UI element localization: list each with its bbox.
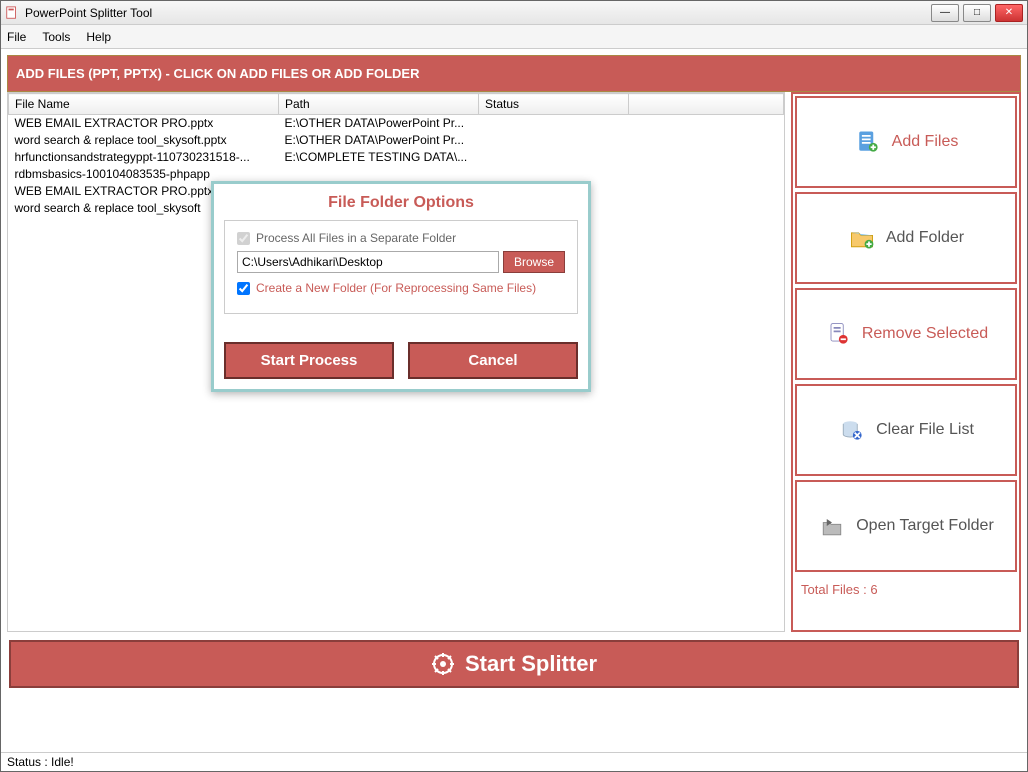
path-input[interactable]: [237, 251, 499, 273]
sidebar: Add Files Add Folder Remove Selected Cle…: [791, 92, 1021, 632]
dialog-title: File Folder Options: [224, 188, 578, 220]
open-target-label: Open Target Folder: [856, 517, 994, 535]
col-extra[interactable]: [629, 94, 784, 115]
process-all-option[interactable]: Process All Files in a Separate Folder: [237, 231, 565, 245]
window-title: PowerPoint Splitter Tool: [25, 6, 931, 20]
browse-button[interactable]: Browse: [503, 251, 565, 273]
add-folder-label: Add Folder: [886, 229, 964, 247]
cell-status: [479, 115, 629, 132]
path-row: Browse: [237, 251, 565, 273]
new-folder-label: Create a New Folder (For Reprocessing Sa…: [256, 281, 536, 295]
remove-icon: [824, 320, 852, 348]
start-splitter-button[interactable]: Start Splitter: [9, 640, 1019, 688]
titlebar: PowerPoint Splitter Tool — □ ✕: [1, 1, 1027, 25]
cell-file: rdbmsbasics-100104083535-phpapp: [9, 166, 279, 183]
clear-list-label: Clear File List: [876, 421, 974, 439]
menu-file[interactable]: File: [7, 30, 26, 44]
statusbar: Status : Idle!: [1, 752, 1027, 771]
cell-path: E:\COMPLETE TESTING DATA\...: [279, 149, 479, 166]
cell-extra: [629, 149, 784, 166]
add-files-icon: [854, 128, 882, 156]
clear-icon: [838, 416, 866, 444]
cell-extra: [629, 183, 784, 200]
app-window: PowerPoint Splitter Tool — □ ✕ File Tool…: [0, 0, 1028, 772]
cell-path: E:\OTHER DATA\PowerPoint Pr...: [279, 132, 479, 149]
new-folder-option[interactable]: Create a New Folder (For Reprocessing Sa…: [237, 281, 565, 295]
cell-path: [279, 166, 479, 183]
table-row[interactable]: word search & replace tool_skysoft.pptxE…: [9, 132, 784, 149]
dialog-buttons: Start Process Cancel: [214, 332, 588, 389]
cell-status: [479, 166, 629, 183]
start-process-button[interactable]: Start Process: [224, 342, 394, 379]
cell-file: word search & replace tool_skysoft.pptx: [9, 132, 279, 149]
process-all-checkbox[interactable]: [237, 232, 250, 245]
dialog-options-box: Process All Files in a Separate Folder B…: [224, 220, 578, 314]
cell-file: WEB EMAIL EXTRACTOR PRO.pptx: [9, 115, 279, 132]
process-all-label: Process All Files in a Separate Folder: [256, 231, 456, 245]
cell-extra: [629, 132, 784, 149]
menubar: File Tools Help: [1, 25, 1027, 49]
window-controls: — □ ✕: [931, 4, 1023, 22]
cell-status: [479, 149, 629, 166]
table-row[interactable]: rdbmsbasics-100104083535-phpapp: [9, 166, 784, 183]
maximize-button[interactable]: □: [963, 4, 991, 22]
col-file-name[interactable]: File Name: [9, 94, 279, 115]
table-row[interactable]: WEB EMAIL EXTRACTOR PRO.pptxE:\OTHER DAT…: [9, 115, 784, 132]
close-button[interactable]: ✕: [995, 4, 1023, 22]
content: ADD FILES (PPT, PPTX) - CLICK ON ADD FIL…: [1, 49, 1027, 752]
cell-path: E:\OTHER DATA\PowerPoint Pr...: [279, 115, 479, 132]
open-target-button[interactable]: Open Target Folder: [795, 480, 1017, 572]
col-path[interactable]: Path: [279, 94, 479, 115]
cell-file: hrfunctionsandstrategyppt-110730231518-.…: [9, 149, 279, 166]
cell-status: [479, 132, 629, 149]
remove-selected-button[interactable]: Remove Selected: [795, 288, 1017, 380]
add-folder-icon: [848, 224, 876, 252]
add-files-button[interactable]: Add Files: [795, 96, 1017, 188]
minimize-button[interactable]: —: [931, 4, 959, 22]
col-status[interactable]: Status: [479, 94, 629, 115]
clear-list-button[interactable]: Clear File List: [795, 384, 1017, 476]
menu-tools[interactable]: Tools: [42, 30, 70, 44]
instruction-banner: ADD FILES (PPT, PPTX) - CLICK ON ADD FIL…: [7, 55, 1021, 92]
add-folder-button[interactable]: Add Folder: [795, 192, 1017, 284]
file-folder-options-dialog: File Folder Options Process All Files in…: [211, 181, 591, 392]
start-splitter-label: Start Splitter: [465, 651, 597, 677]
cell-extra: [629, 200, 784, 217]
remove-selected-label: Remove Selected: [862, 325, 988, 343]
gear-icon: [431, 652, 455, 676]
add-files-label: Add Files: [892, 133, 959, 151]
cell-extra: [629, 166, 784, 183]
cancel-button[interactable]: Cancel: [408, 342, 578, 379]
table-row[interactable]: hrfunctionsandstrategyppt-110730231518-.…: [9, 149, 784, 166]
app-icon: [5, 6, 19, 20]
open-folder-icon: [818, 512, 846, 540]
new-folder-checkbox[interactable]: [237, 282, 250, 295]
cell-extra: [629, 115, 784, 132]
total-files-label: Total Files : 6: [795, 576, 1017, 603]
menu-help[interactable]: Help: [86, 30, 111, 44]
